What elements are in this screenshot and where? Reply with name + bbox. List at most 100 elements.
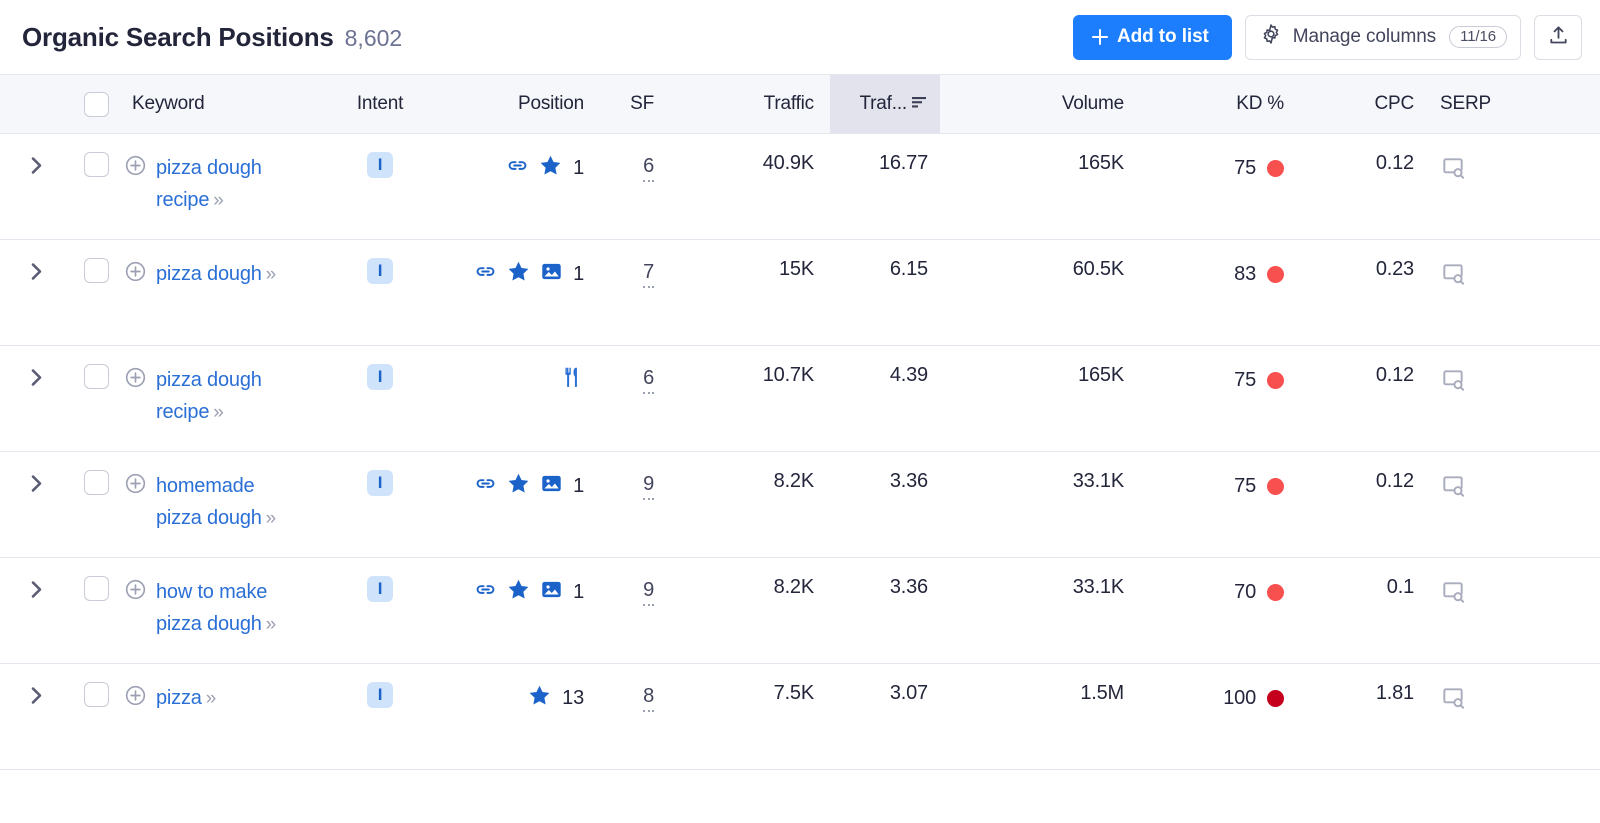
- link-icon[interactable]: [474, 260, 497, 289]
- image-icon[interactable]: [540, 578, 563, 607]
- th-volume[interactable]: Volume: [940, 74, 1140, 134]
- row-select-cell: [72, 557, 120, 664]
- row-kd-cell: 100: [1140, 663, 1300, 770]
- sf-value[interactable]: 8: [643, 685, 654, 712]
- th-position[interactable]: Position: [425, 74, 600, 134]
- keyword-link[interactable]: pizza dough»: [156, 258, 277, 291]
- intent-badge[interactable]: I: [367, 152, 393, 178]
- row-checkbox[interactable]: [83, 258, 109, 283]
- th-kd[interactable]: KD %: [1140, 74, 1300, 134]
- keyword-external-icon[interactable]: »: [266, 508, 277, 529]
- plus-circle-icon[interactable]: [124, 260, 147, 289]
- th-serp[interactable]: SERP: [1430, 74, 1600, 134]
- sf-value[interactable]: 6: [643, 367, 654, 394]
- plus-circle-icon[interactable]: [124, 578, 147, 607]
- add-to-list-button[interactable]: Add to list: [1072, 14, 1232, 60]
- keyword-external-icon[interactable]: »: [266, 614, 277, 635]
- row-intent-cell: I: [335, 239, 425, 346]
- serp-preview-icon[interactable]: [1440, 367, 1466, 393]
- table-body: pizza dough recipe» I 1 6 40.9K 16.77 16…: [0, 133, 1600, 770]
- row-checkbox[interactable]: [83, 470, 109, 495]
- export-upload-icon: [1547, 24, 1570, 50]
- th-keyword-label: Keyword: [132, 93, 205, 114]
- page-title-group: Organic Search Positions 8,602: [22, 22, 402, 53]
- keyword-external-icon[interactable]: »: [213, 402, 224, 423]
- th-keyword[interactable]: Keyword: [120, 74, 335, 134]
- kd-value: 75: [1234, 368, 1256, 391]
- star-icon[interactable]: [538, 153, 563, 184]
- th-traffic[interactable]: Traffic: [670, 74, 830, 134]
- keyword-link[interactable]: how to make pizza dough»: [156, 576, 301, 641]
- th-traffic-label: Traffic: [763, 93, 815, 114]
- select-all-checkbox[interactable]: [83, 91, 109, 117]
- traffic-percent-value: 3.36: [889, 576, 928, 598]
- expand-row-icon[interactable]: [30, 576, 43, 599]
- expand-row-icon[interactable]: [30, 364, 43, 387]
- image-icon[interactable]: [540, 260, 563, 289]
- expand-row-icon[interactable]: [30, 258, 43, 281]
- cpc-value: 1.81: [1375, 682, 1414, 704]
- traffic-value: 7.5K: [773, 682, 815, 704]
- intent-badge[interactable]: I: [367, 364, 393, 390]
- row-checkbox[interactable]: [83, 152, 109, 177]
- star-icon[interactable]: [506, 577, 531, 608]
- star-icon[interactable]: [506, 471, 531, 502]
- th-sf[interactable]: SF: [600, 74, 670, 134]
- expand-row-icon[interactable]: [30, 152, 43, 175]
- plus-circle-icon[interactable]: [124, 154, 147, 183]
- sf-value[interactable]: 9: [643, 473, 654, 500]
- image-icon[interactable]: [540, 472, 563, 501]
- serp-preview-icon[interactable]: [1440, 579, 1466, 605]
- star-icon[interactable]: [527, 683, 552, 714]
- sf-value[interactable]: 9: [643, 579, 654, 606]
- keyword-external-icon[interactable]: »: [266, 264, 277, 285]
- keyword-link[interactable]: pizza dough recipe»: [156, 152, 301, 217]
- row-expand-cell: [0, 557, 72, 664]
- volume-value: 165K: [1078, 152, 1124, 174]
- plus-circle-icon[interactable]: [124, 366, 147, 395]
- table-row: pizza dough recipe» I 6 10.7K 4.39 165K …: [0, 345, 1600, 452]
- recipe-icon[interactable]: [559, 365, 584, 396]
- export-button[interactable]: [1534, 14, 1582, 60]
- serp-preview-icon[interactable]: [1440, 261, 1466, 287]
- serp-preview-icon[interactable]: [1440, 155, 1466, 181]
- kd-difficulty-dot: [1267, 371, 1284, 389]
- serp-preview-icon[interactable]: [1440, 473, 1466, 499]
- th-cpc[interactable]: CPC: [1300, 74, 1430, 134]
- traffic-percent-value: 3.07: [889, 682, 928, 704]
- expand-row-icon[interactable]: [30, 682, 43, 705]
- intent-badge[interactable]: I: [367, 576, 393, 602]
- th-cpc-label: CPC: [1374, 93, 1414, 114]
- row-sf-cell: 6: [600, 345, 670, 452]
- plus-icon: [1091, 29, 1108, 45]
- link-icon[interactable]: [474, 578, 497, 607]
- plus-circle-icon[interactable]: [124, 472, 147, 501]
- table-row: pizza» I 13 8 7.5K 3.07 1.5M 100 1.81: [0, 663, 1600, 770]
- th-traffic-percent[interactable]: Traf...: [830, 74, 940, 134]
- th-intent[interactable]: Intent: [335, 74, 425, 134]
- link-icon[interactable]: [506, 154, 529, 183]
- sf-value[interactable]: 6: [643, 155, 654, 182]
- row-checkbox[interactable]: [83, 682, 109, 707]
- expand-row-icon[interactable]: [30, 470, 43, 493]
- sf-value[interactable]: 7: [643, 261, 654, 288]
- traffic-percent-value: 4.39: [889, 364, 928, 386]
- serp-preview-icon[interactable]: [1440, 685, 1466, 711]
- row-checkbox[interactable]: [83, 576, 109, 601]
- keyword-link[interactable]: pizza»: [156, 682, 217, 715]
- star-icon[interactable]: [506, 259, 531, 290]
- row-select-cell: [72, 239, 120, 346]
- intent-badge[interactable]: I: [367, 470, 393, 496]
- keyword-external-icon[interactable]: »: [213, 190, 224, 211]
- row-traffic-percent-cell: 4.39: [830, 345, 940, 452]
- keyword-external-icon[interactable]: »: [206, 688, 217, 709]
- row-checkbox[interactable]: [83, 364, 109, 389]
- intent-badge[interactable]: I: [367, 682, 393, 708]
- keyword-link[interactable]: homemade pizza dough»: [156, 470, 301, 535]
- kd-value: 75: [1234, 156, 1256, 179]
- manage-columns-button[interactable]: Manage columns 11/16: [1244, 14, 1521, 60]
- link-icon[interactable]: [474, 472, 497, 501]
- keyword-link[interactable]: pizza dough recipe»: [156, 364, 301, 429]
- intent-badge[interactable]: I: [367, 258, 393, 284]
- plus-circle-icon[interactable]: [124, 684, 147, 713]
